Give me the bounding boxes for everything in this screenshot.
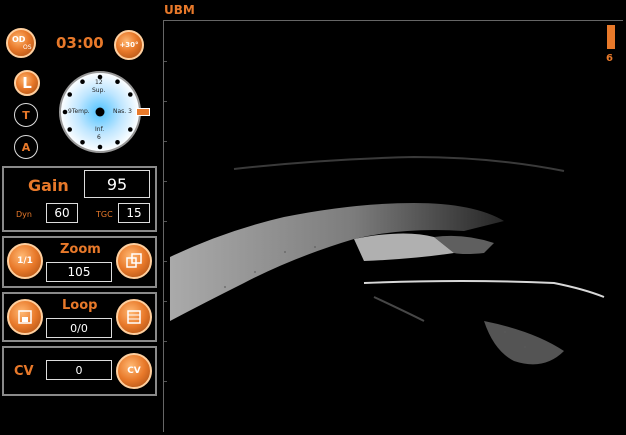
eye-l-button[interactable]: L (14, 70, 40, 96)
loop-save-button[interactable] (7, 299, 43, 335)
probe-od-label: OD (12, 35, 26, 44)
cv-button[interactable]: CV (116, 353, 152, 389)
zoom-reset-icon: 1/1 (17, 256, 33, 266)
scale-bar (607, 25, 615, 49)
zoom-fit-button[interactable] (116, 243, 152, 279)
loop-section: Loop 0/0 (2, 292, 157, 342)
gain-value[interactable]: 95 (84, 170, 150, 198)
ultrasound-image-viewport[interactable]: 6 (163, 20, 623, 432)
scale-indicator (604, 25, 618, 51)
save-icon (18, 310, 32, 324)
angle-button[interactable]: +30° (114, 30, 144, 60)
dyn-label: Dyn (16, 210, 32, 219)
cv-icon: CV (127, 366, 141, 376)
tgc-label: TGC (96, 210, 113, 219)
loop-value[interactable]: 0/0 (46, 318, 112, 338)
dial-6: 6 (97, 134, 101, 141)
tgc-value[interactable]: 15 (118, 203, 150, 223)
gain-label: Gain (28, 176, 69, 195)
cv-value[interactable]: 0 (46, 360, 112, 380)
timer-display: 03:00 (56, 34, 104, 52)
dial-sup: Sup. (92, 87, 106, 94)
control-panel: OD OS 03:00 +30° L T A 12 Sup. 9Temp. Na… (0, 0, 162, 432)
scale-value: 6 (606, 53, 613, 64)
cv-section: CV 0 CV (2, 346, 157, 396)
zoom-value[interactable]: 105 (46, 262, 112, 282)
zoom-section: 1/1 Zoom 105 (2, 236, 157, 288)
t-label: T (22, 108, 30, 122)
probe-eye-button[interactable]: OD OS (6, 28, 36, 58)
a-button[interactable]: A (14, 135, 38, 159)
dial-12: 12 (95, 79, 103, 86)
probe-os-label: OS (23, 44, 32, 51)
dial-marker[interactable] (136, 108, 150, 116)
mode-title: UBM (164, 3, 195, 17)
clock-dial[interactable]: 12 Sup. 9Temp. Nas. 3 Inf. 6 (58, 70, 150, 154)
film-icon (127, 310, 141, 324)
dyn-value[interactable]: 60 (46, 203, 78, 223)
angle-button-label: +30° (119, 41, 139, 49)
loop-play-button[interactable] (116, 299, 152, 335)
eye-l-label: L (22, 74, 32, 92)
dial-nas: Nas. 3 (113, 108, 132, 115)
dial-inf: Inf. (95, 126, 105, 133)
zoom-label: Zoom (60, 242, 101, 257)
zoom-reset-button[interactable]: 1/1 (7, 243, 43, 279)
zoom-fit-icon (126, 253, 142, 268)
t-button[interactable]: T (14, 103, 38, 127)
a-label: A (21, 140, 31, 154)
gain-section: Gain 95 Dyn 60 TGC 15 (2, 166, 157, 232)
loop-label: Loop (62, 298, 98, 313)
cv-label: CV (14, 364, 34, 379)
dial-temp: 9Temp. (68, 108, 90, 115)
ubm-scan-image (164, 61, 605, 382)
